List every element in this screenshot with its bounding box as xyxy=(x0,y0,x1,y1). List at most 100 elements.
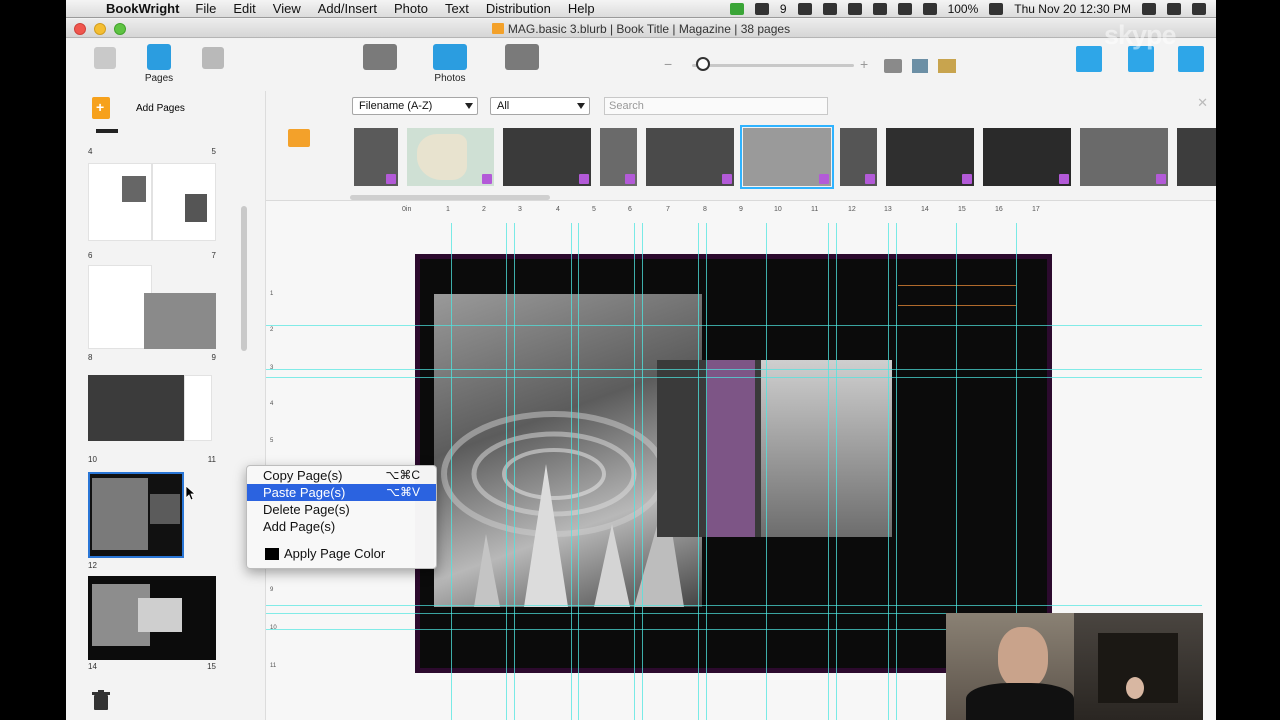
photo-thumbnail[interactable] xyxy=(1177,128,1216,186)
photo-thumbnail[interactable] xyxy=(503,128,591,186)
text-styles-button[interactable] xyxy=(504,44,540,73)
single-page-view-button[interactable] xyxy=(90,47,120,72)
spread-view-button[interactable] xyxy=(198,47,228,72)
evernote-icon[interactable] xyxy=(797,3,812,15)
pages-view-button[interactable]: Pages xyxy=(142,44,176,84)
paste-pages-menu-item[interactable]: Paste Page(s) ⌥⌘V xyxy=(247,484,436,501)
delete-pages-menu-item[interactable]: Delete Page(s) xyxy=(247,501,436,518)
user-icon[interactable] xyxy=(1142,3,1156,15)
menu-item-shortcut: ⌥⌘V xyxy=(386,485,420,499)
display-icon[interactable] xyxy=(822,3,837,15)
sidebar-scrollbar[interactable] xyxy=(241,206,247,351)
menu-distribution[interactable]: Distribution xyxy=(486,1,551,16)
menu-photo[interactable]: Photo xyxy=(394,1,428,16)
zoom-out-icon[interactable]: − xyxy=(664,56,672,72)
forest-canopy-photo xyxy=(761,360,892,537)
guide-line xyxy=(266,377,1202,378)
page-thumb xyxy=(88,265,152,349)
photo-thumbnail[interactable] xyxy=(646,128,734,186)
bluetooth-icon[interactable] xyxy=(872,3,887,15)
status-area: 9 100% Thu Nov 20 12:30 PM xyxy=(729,0,1206,18)
wifi-icon[interactable] xyxy=(897,3,912,15)
photo-thumbnail[interactable] xyxy=(407,128,494,186)
guide-line xyxy=(266,605,1202,606)
skype-watermark: skype xyxy=(1104,20,1177,50)
guide-line xyxy=(888,223,889,720)
page-number: 14 xyxy=(88,662,97,671)
photo-thumbnail[interactable] xyxy=(600,128,637,186)
photo-thumbnail[interactable] xyxy=(354,128,398,186)
menu-help[interactable]: Help xyxy=(568,1,595,16)
zoom-slider[interactable] xyxy=(692,64,854,67)
folder-icon[interactable] xyxy=(938,59,956,73)
apply-page-color-menu-item[interactable]: Apply Page Color xyxy=(247,545,436,562)
add-pages-button[interactable]: Add Pages xyxy=(92,97,185,119)
photo-strip-scrollbar[interactable] xyxy=(350,195,550,200)
close-panel-icon[interactable]: ✕ xyxy=(1197,95,1208,111)
trash-icon[interactable] xyxy=(92,690,110,710)
forest-photo-frame[interactable] xyxy=(657,360,892,537)
adobe-icon[interactable] xyxy=(754,3,769,15)
ruler-label: 6 xyxy=(628,206,632,213)
page-spread-thumb[interactable] xyxy=(88,375,216,441)
page-number: 6 xyxy=(88,251,93,260)
grid-icon[interactable] xyxy=(912,59,928,73)
guide-line xyxy=(266,325,1202,326)
photo-thumbnail[interactable] xyxy=(840,128,877,186)
photo-search-input[interactable]: Search xyxy=(604,97,828,115)
spread-number: 8 9 xyxy=(88,353,216,362)
ruler-label: 12 xyxy=(848,206,856,213)
used-check-icon xyxy=(865,174,875,184)
photo-thumbnail[interactable] xyxy=(886,128,974,186)
page-spread-thumb[interactable] xyxy=(88,163,216,241)
copy-pages-menu-item[interactable]: Copy Page(s) ⌥⌘C xyxy=(247,467,436,484)
photo-thumbnail[interactable] xyxy=(1080,128,1168,186)
battery-icon[interactable] xyxy=(989,3,1004,15)
sort-select[interactable]: Filename (A-Z) xyxy=(352,97,478,115)
timemachine-icon[interactable] xyxy=(847,3,862,15)
volume-icon[interactable] xyxy=(922,3,937,15)
swap-icon[interactable] xyxy=(884,59,902,73)
single-page-icon xyxy=(94,47,116,69)
spotlight-icon[interactable] xyxy=(1167,3,1181,15)
zoom-magnifier-icon[interactable] xyxy=(696,57,710,71)
clock[interactable]: Thu Nov 20 12:30 PM xyxy=(1014,2,1131,16)
zoom-in-icon[interactable]: + xyxy=(860,56,868,72)
add-photos-icon[interactable] xyxy=(288,129,310,147)
ruler-label: 11 xyxy=(270,663,277,669)
ruler-label: 5 xyxy=(270,438,274,444)
menu-file[interactable]: File xyxy=(195,1,216,16)
page-spread-thumb[interactable] xyxy=(88,576,216,660)
page-spread-thumb-selected[interactable] xyxy=(88,472,184,558)
notification-center-icon[interactable] xyxy=(1192,3,1206,15)
menu-edit[interactable]: Edit xyxy=(233,1,255,16)
upload-icon[interactable] xyxy=(1178,46,1204,72)
menu-item-label: Paste Page(s) xyxy=(263,485,346,500)
spread-number: 12 xyxy=(88,561,216,570)
preview-icon[interactable] xyxy=(1076,46,1102,72)
battery-text: 100% xyxy=(947,2,979,16)
used-check-icon xyxy=(482,174,492,184)
text-frame-line xyxy=(898,305,1016,306)
photos-button[interactable]: Photos xyxy=(430,44,470,84)
menu-view[interactable]: View xyxy=(273,1,301,16)
photo-thumbnail-selected[interactable] xyxy=(740,125,834,189)
mouse-cursor-icon xyxy=(186,486,196,500)
photo-thumbnail[interactable] xyxy=(983,128,1071,186)
menu-item-shortcut: ⌥⌘C xyxy=(385,468,421,482)
filter-select[interactable]: All xyxy=(490,97,590,115)
color-swatch-icon xyxy=(265,548,279,560)
status-app-icon[interactable] xyxy=(729,3,744,15)
menu-text[interactable]: Text xyxy=(445,1,469,16)
page-number: 10 xyxy=(88,455,97,464)
photo-thumb xyxy=(144,293,216,349)
page-spread-thumb[interactable] xyxy=(88,265,216,349)
add-pages-menu-item[interactable]: Add Page(s) xyxy=(247,518,436,535)
pages-sidebar: Add Pages 4 5 6 7 8 9 xyxy=(66,91,266,720)
ruler-label: 0in xyxy=(402,206,412,213)
guide-line xyxy=(451,223,452,720)
layouts-button[interactable] xyxy=(362,44,398,73)
mac-screen: BookWright File Edit View Add/Insert Pho… xyxy=(66,0,1216,720)
menu-add-insert[interactable]: Add/Insert xyxy=(318,1,377,16)
app-menu[interactable]: BookWright xyxy=(106,1,179,16)
